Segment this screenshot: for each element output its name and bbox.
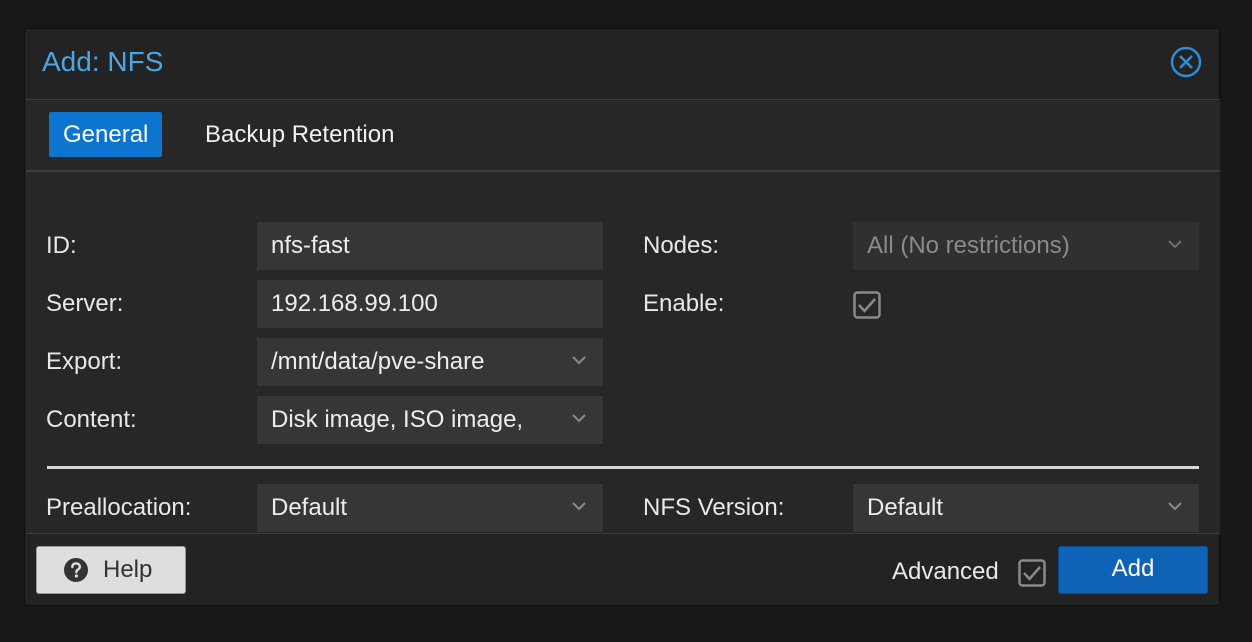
help-button-label: Help xyxy=(103,556,153,583)
id-label: ID: xyxy=(46,232,77,259)
export-label: Export: xyxy=(46,348,123,375)
tab-general[interactable]: General xyxy=(49,112,163,157)
add-nfs-dialog: Add: NFS General Backup Retention ID: nf… xyxy=(24,28,1220,606)
id-field[interactable]: nfs-fast xyxy=(257,222,603,270)
preallocation-dropdown[interactable]: Default xyxy=(257,484,603,532)
nodes-value: All (No restrictions) xyxy=(867,232,1070,259)
chevron-down-icon[interactable] xyxy=(1167,238,1183,250)
server-field[interactable]: 192.168.99.100 xyxy=(257,280,603,328)
advanced-separator xyxy=(47,466,1199,469)
id-value: nfs-fast xyxy=(271,232,350,259)
export-value: /mnt/data/pve-share xyxy=(271,348,485,375)
enable-label: Enable: xyxy=(643,290,725,317)
help-button[interactable]: Help xyxy=(36,546,186,594)
tab-backup-retention[interactable]: Backup Retention xyxy=(191,112,408,157)
server-value: 192.168.99.100 xyxy=(271,290,438,317)
chevron-down-icon[interactable] xyxy=(571,500,587,512)
nodes-label: Nodes: xyxy=(643,232,720,259)
nfs-version-label: NFS Version: xyxy=(643,494,785,521)
content-label: Content: xyxy=(46,406,137,433)
preallocation-label: Preallocation: xyxy=(46,494,192,521)
question-circle-icon xyxy=(64,558,88,582)
add-button[interactable]: Add xyxy=(1058,546,1208,594)
nfs-version-value: Default xyxy=(867,494,944,521)
close-icon[interactable] xyxy=(1170,46,1202,78)
dialog-title: Add: NFS xyxy=(42,46,164,77)
export-dropdown[interactable]: /mnt/data/pve-share xyxy=(257,338,603,386)
dialog-body: General Backup Retention ID: nfs-fast Se… xyxy=(26,99,1220,534)
chevron-down-icon[interactable] xyxy=(571,412,587,424)
advanced-label: Advanced xyxy=(892,558,999,585)
nodes-dropdown[interactable]: All (No restrictions) xyxy=(853,222,1199,270)
enable-checkbox[interactable] xyxy=(853,291,881,319)
tab-bar: General Backup Retention xyxy=(26,100,1220,172)
content-value: Disk image, ISO image, xyxy=(271,406,524,433)
dialog-footer: Help Advanced Add xyxy=(25,534,1219,607)
advanced-checkbox[interactable] xyxy=(1018,559,1046,587)
chevron-down-icon[interactable] xyxy=(571,354,587,366)
nfs-version-dropdown[interactable]: Default xyxy=(853,484,1199,532)
server-label: Server: xyxy=(46,290,124,317)
chevron-down-icon[interactable] xyxy=(1167,500,1183,512)
dialog-titlebar: Add: NFS xyxy=(25,29,1219,99)
preallocation-value: Default xyxy=(271,494,348,521)
content-dropdown[interactable]: Disk image, ISO image, xyxy=(257,396,603,444)
